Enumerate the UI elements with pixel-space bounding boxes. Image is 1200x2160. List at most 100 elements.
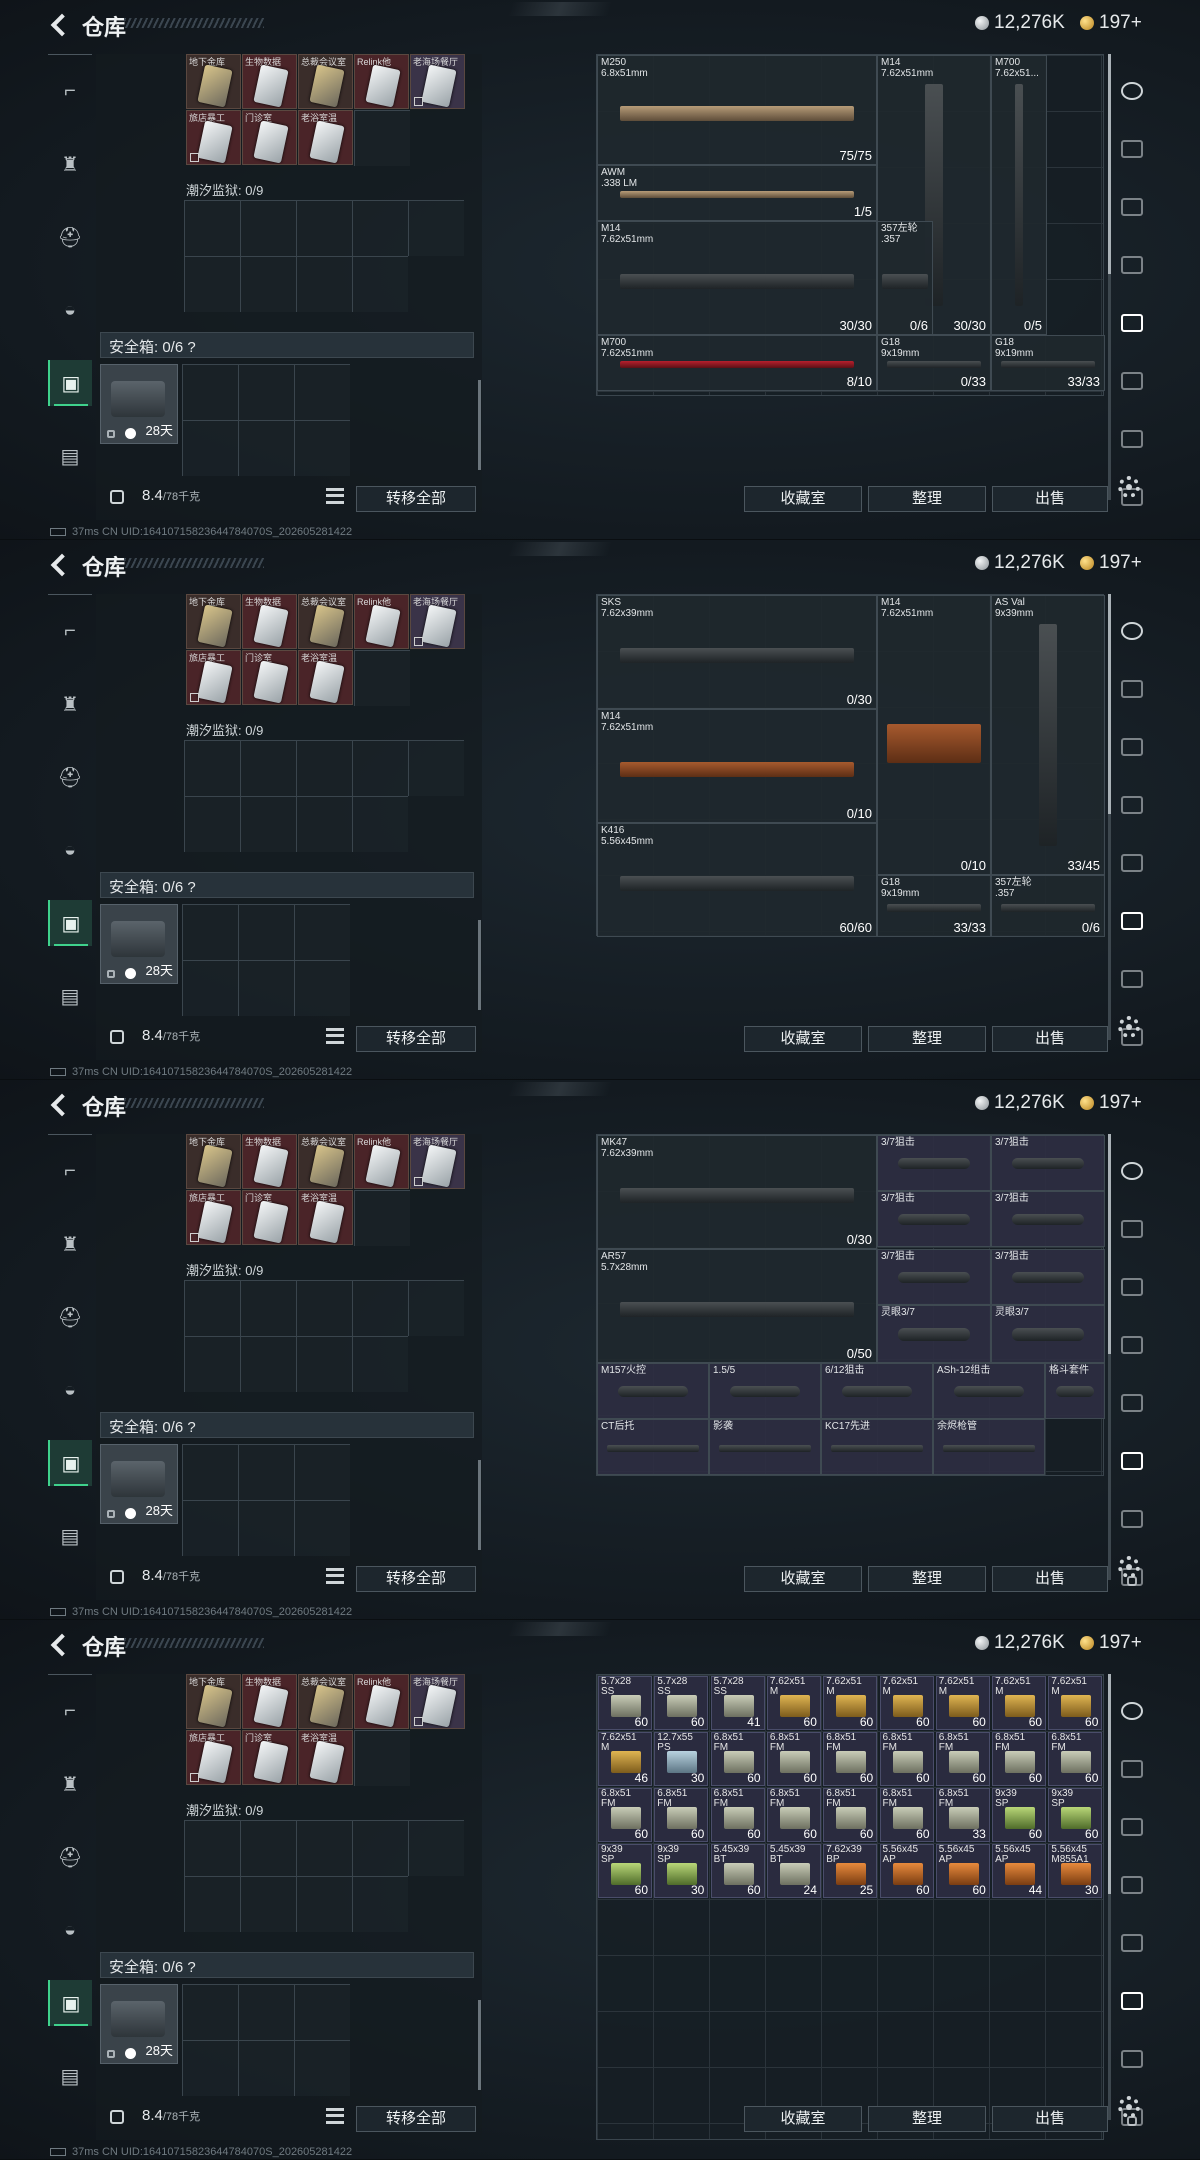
stash-scrollbar[interactable]	[478, 920, 481, 1010]
category-tab-icon[interactable]	[1114, 1984, 1150, 2018]
keycard-tile[interactable]: 老海场餐厅	[410, 1134, 465, 1189]
attachment-item[interactable]: M157火控	[597, 1363, 709, 1419]
ammo-item[interactable]: 6.8x51 FM 60	[766, 1788, 821, 1842]
category-tab-icon[interactable]	[1114, 1810, 1150, 1844]
category-tab-icon[interactable]	[1114, 730, 1150, 764]
attachment-item[interactable]: 3/7狙击	[991, 1135, 1105, 1191]
sell-button[interactable]: 出售	[992, 2106, 1108, 2132]
weapon-item[interactable]: AWM .338 LM 1/5	[597, 165, 877, 221]
attachment-item[interactable]: 灵眼3/7	[877, 1305, 991, 1363]
stash-scrollbar[interactable]	[478, 2000, 481, 2090]
organize-button[interactable]: 整理	[868, 1566, 986, 1592]
attachment-item[interactable]: 灵眼3/7	[991, 1305, 1105, 1363]
weapon-item[interactable]: AR57 5.7x28mm 0/50	[597, 1249, 877, 1363]
ammo-item[interactable]: 7.62x51 M 46	[598, 1732, 652, 1786]
ammo-item[interactable]: 9x39 SP 60	[598, 1844, 652, 1898]
safe-case-slots[interactable]	[182, 1444, 350, 1556]
prison-slots[interactable]	[184, 740, 464, 796]
ammo-item[interactable]: 5.56x45 AP 60	[879, 1844, 934, 1898]
ammo-item[interactable]: 9x39 SP 60	[1048, 1788, 1103, 1842]
briefcase-icon[interactable]: ▤	[48, 433, 92, 479]
ammo-item[interactable]: 5.56x45 AP 44	[992, 1844, 1047, 1898]
safe-case-tile[interactable]: 28天	[100, 1444, 178, 1524]
clipboard-icon[interactable]: ▣	[48, 360, 92, 406]
ammo-item[interactable]: 5.56x45 M855A1 30	[1048, 1844, 1103, 1898]
ammo-item[interactable]: 5.45x39 BT 24	[766, 1844, 821, 1898]
keycard-tile[interactable]: 总裁会议室	[298, 54, 353, 109]
ammo-item[interactable]: 9x39 SP 60	[992, 1788, 1047, 1842]
keycard-tile[interactable]: 门诊室	[242, 110, 297, 165]
weapon-item[interactable]: M700 7.62x51mm 8/10	[597, 335, 877, 391]
category-tab-icon[interactable]	[1114, 904, 1150, 938]
pistol-icon[interactable]: ⌐	[48, 68, 92, 114]
ammo-item[interactable]: 7.62x51 M 60	[992, 1676, 1047, 1730]
ammo-item[interactable]: 6.8x51 FM 60	[654, 1788, 709, 1842]
category-scrollbar[interactable]	[1108, 594, 1111, 1040]
weapon-item[interactable]: AS Val 9x39mm 33/45	[991, 595, 1105, 875]
keycard-tile[interactable]: 生物数据	[242, 1134, 297, 1189]
briefcase-icon[interactable]: ▤	[48, 973, 92, 1019]
weapon-item[interactable]: G18 9x19mm 33/33	[991, 335, 1105, 391]
armor-icon[interactable]: ♜	[48, 1761, 92, 1807]
ammo-item[interactable]: 6.8x51 FM 60	[823, 1788, 878, 1842]
category-tab-icon[interactable]	[1114, 1328, 1150, 1362]
weapon-item[interactable]: 357左轮 .357 0/6	[991, 875, 1105, 937]
helmet-icon[interactable]: ⛑	[48, 214, 92, 260]
weapon-item[interactable]: M14 7.62x51mm 0/10	[597, 709, 877, 823]
attachment-item[interactable]: 3/7狙击	[877, 1191, 991, 1247]
category-tab-icon[interactable]	[1114, 1270, 1150, 1304]
ammo-item[interactable]: 5.56x45 AP 60	[935, 1844, 990, 1898]
keycard-tile[interactable]: 地下金库	[186, 1674, 241, 1729]
briefcase-icon[interactable]: ▤	[48, 1513, 92, 1559]
currency-gold[interactable]: 197+	[1080, 12, 1142, 34]
currency-gold[interactable]: 197+	[1080, 1632, 1142, 1654]
ammo-item[interactable]: 6.8x51 FM 60	[598, 1788, 652, 1842]
category-tab-icon[interactable]	[1114, 1868, 1150, 1902]
category-tab-icon[interactable]	[1114, 422, 1150, 456]
category-tab-icon[interactable]	[1114, 132, 1150, 166]
weapon-item[interactable]: M14 7.62x51mm 0/10	[877, 595, 991, 875]
list-view-icon[interactable]	[326, 1028, 344, 1044]
stash-scrollbar[interactable]	[478, 1460, 481, 1550]
settings-gear-icon[interactable]	[1118, 476, 1140, 498]
helmet-icon[interactable]: ⛑	[48, 1294, 92, 1340]
category-scrollbar[interactable]	[1108, 1134, 1111, 1580]
weapon-item[interactable]: M250 6.8x51mm 75/75	[597, 55, 877, 165]
keycard-tile[interactable]: 地下金库	[186, 594, 241, 649]
keycard-tile[interactable]: 老浴室温	[298, 1190, 353, 1245]
category-tab-icon[interactable]	[1114, 190, 1150, 224]
keycard-tile[interactable]: Relink他	[354, 1674, 409, 1729]
clipboard-icon[interactable]: ▣	[48, 1980, 92, 2026]
organize-button[interactable]: 整理	[868, 1026, 986, 1052]
weapon-item[interactable]: G18 9x19mm 33/33	[877, 875, 991, 937]
keycard-tile[interactable]: 生物数据	[242, 1674, 297, 1729]
category-tab-icon[interactable]	[1114, 248, 1150, 282]
pistol-icon[interactable]: ⌐	[48, 1688, 92, 1734]
keycard-tile[interactable]: 旅店暴工	[186, 110, 241, 165]
prison-slots[interactable]	[184, 200, 464, 256]
ammo-item[interactable]: 6.8x51 FM 60	[879, 1732, 934, 1786]
ammo-item[interactable]: 5.45x39 BT 60	[710, 1844, 765, 1898]
armor-icon[interactable]: ♜	[48, 141, 92, 187]
ammo-item[interactable]: 9x39 SP 30	[654, 1844, 709, 1898]
category-scrollbar[interactable]	[1108, 1674, 1111, 2120]
attachment-item[interactable]: 格斗套件	[1045, 1363, 1105, 1419]
backpack-icon[interactable]: ◒	[48, 1367, 92, 1413]
prison-slots[interactable]	[184, 796, 408, 852]
safe-case-slots[interactable]	[182, 1984, 350, 2096]
attachment-item[interactable]: 3/7狙击	[877, 1135, 991, 1191]
ammo-item[interactable]: 6.8x51 FM 60	[823, 1732, 878, 1786]
ammo-item[interactable]: 6.8x51 FM 60	[766, 1732, 821, 1786]
backpack-icon[interactable]: ◒	[48, 287, 92, 333]
keycard-tile[interactable]: 门诊室	[242, 1730, 297, 1785]
collection-button[interactable]: 收藏室	[744, 1026, 862, 1052]
settings-gear-icon[interactable]	[1118, 1556, 1140, 1578]
stash-scrollbar[interactable]	[478, 380, 481, 470]
backpack-icon[interactable]: ◒	[48, 1907, 92, 1953]
prison-slots[interactable]	[184, 1280, 464, 1336]
safe-case-slots[interactable]	[182, 364, 350, 476]
keycard-tile[interactable]: 生物数据	[242, 54, 297, 109]
ammo-item[interactable]: 6.8x51 FM 60	[710, 1788, 765, 1842]
attachment-item[interactable]: 3/7狙击	[877, 1249, 991, 1305]
category-tab-icon[interactable]	[1114, 1752, 1150, 1786]
